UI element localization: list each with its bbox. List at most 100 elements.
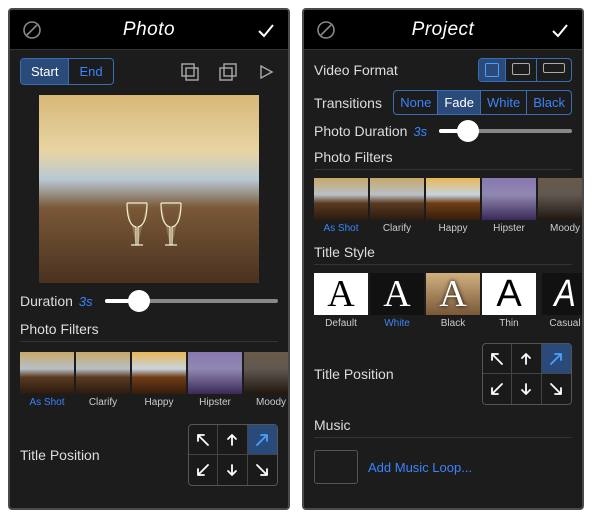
filter-hipster[interactable]: Hipster bbox=[482, 178, 536, 234]
title-position-label: Title Position bbox=[20, 447, 100, 463]
tab-end[interactable]: End bbox=[69, 59, 112, 84]
photo-duration-slider[interactable] bbox=[439, 129, 572, 133]
filter-clarify[interactable]: Clarify bbox=[76, 352, 130, 408]
filter-thumb bbox=[76, 352, 130, 394]
title-position-cell-0[interactable] bbox=[483, 344, 512, 374]
transition-fade[interactable]: Fade bbox=[438, 91, 481, 114]
filter-thumb bbox=[244, 352, 288, 394]
filter-thumb bbox=[482, 178, 536, 220]
video-format-standard[interactable] bbox=[506, 59, 537, 81]
filters-label: Photo Filters bbox=[314, 149, 572, 170]
title-style-name: Default bbox=[314, 315, 368, 329]
filter-name: Moody bbox=[538, 220, 582, 234]
filter-hipster[interactable]: Hipster bbox=[188, 352, 242, 408]
filter-name: Happy bbox=[426, 220, 480, 234]
transition-none[interactable]: None bbox=[394, 91, 438, 114]
title-style-casual[interactable]: ACasual bbox=[538, 273, 582, 329]
confirm-icon[interactable] bbox=[548, 18, 572, 42]
title-position-cell-4[interactable] bbox=[218, 455, 247, 485]
title-position-label: Title Position bbox=[314, 366, 394, 382]
video-format-square[interactable] bbox=[479, 59, 506, 81]
start-end-segment: Start End bbox=[20, 58, 114, 85]
title-position-grid bbox=[482, 343, 572, 405]
filter-as-shot[interactable]: As Shot bbox=[20, 352, 74, 408]
video-format-wide[interactable] bbox=[537, 59, 571, 81]
filter-thumb bbox=[370, 178, 424, 220]
title-style-swatch: A bbox=[370, 273, 424, 315]
filters-label: Photo Filters bbox=[20, 321, 278, 342]
confirm-icon[interactable] bbox=[254, 18, 278, 42]
filter-thumb bbox=[538, 178, 582, 220]
titlebar: Project bbox=[304, 10, 582, 50]
filter-name: Hipster bbox=[482, 220, 536, 234]
title-position-cell-3[interactable] bbox=[189, 455, 218, 485]
tab-start[interactable]: Start bbox=[21, 59, 69, 84]
filter-name: Happy bbox=[132, 394, 186, 408]
title-styles-strip[interactable]: ADefaultAWhiteABlackAThinACasual bbox=[314, 273, 572, 329]
title-position-cell-2[interactable] bbox=[542, 344, 571, 374]
title-style-swatch: A bbox=[426, 273, 480, 315]
transitions-segment: NoneFadeWhiteBlack bbox=[393, 90, 572, 115]
title-position-cell-5[interactable] bbox=[542, 374, 571, 404]
transition-white[interactable]: White bbox=[481, 91, 527, 114]
filter-thumb bbox=[20, 352, 74, 394]
music-thumbnail[interactable] bbox=[314, 450, 358, 484]
transitions-label: Transitions bbox=[314, 95, 382, 111]
title-position-grid bbox=[188, 424, 278, 486]
filter-moody[interactable]: Moody bbox=[244, 352, 288, 408]
filter-thumb bbox=[188, 352, 242, 394]
title-style-thin[interactable]: AThin bbox=[482, 273, 536, 329]
filters-strip[interactable]: As ShotClarifyHappyHipsterMoody bbox=[20, 352, 278, 408]
filter-name: Clarify bbox=[76, 394, 130, 408]
title-position-cell-4[interactable] bbox=[512, 374, 541, 404]
title-style-black[interactable]: ABlack bbox=[426, 273, 480, 329]
panel-title: Photo bbox=[123, 19, 175, 41]
filter-thumb bbox=[314, 178, 368, 220]
crop-out-icon[interactable] bbox=[216, 60, 240, 84]
title-position-cell-0[interactable] bbox=[189, 425, 218, 455]
duration-value: 3s bbox=[79, 294, 93, 309]
title-position-cell-1[interactable] bbox=[512, 344, 541, 374]
filter-name: Moody bbox=[244, 394, 288, 408]
title-style-white[interactable]: AWhite bbox=[370, 273, 424, 329]
cancel-icon[interactable] bbox=[314, 18, 338, 42]
photo-panel: Photo Start End bbox=[8, 8, 290, 510]
crop-in-icon[interactable] bbox=[178, 60, 202, 84]
title-style-default[interactable]: ADefault bbox=[314, 273, 368, 329]
music-label: Music bbox=[314, 417, 572, 438]
title-position-cell-2[interactable] bbox=[248, 425, 277, 455]
project-panel: Project Video Format Transitions NoneFad… bbox=[302, 8, 584, 510]
photo-duration-value: 3s bbox=[413, 124, 427, 139]
title-position-cell-1[interactable] bbox=[218, 425, 247, 455]
title-style-name: Thin bbox=[482, 315, 536, 329]
filter-thumb bbox=[426, 178, 480, 220]
duration-slider[interactable] bbox=[105, 299, 278, 303]
play-icon[interactable] bbox=[254, 60, 278, 84]
titlebar: Photo bbox=[10, 10, 288, 50]
filter-name: As Shot bbox=[314, 220, 368, 234]
title-style-swatch: A bbox=[482, 273, 536, 315]
video-format-label: Video Format bbox=[314, 62, 398, 78]
video-format-segment bbox=[478, 58, 572, 82]
title-style-label: Title Style bbox=[314, 244, 572, 265]
filter-happy[interactable]: Happy bbox=[426, 178, 480, 234]
transition-black[interactable]: Black bbox=[527, 91, 571, 114]
duration-label: Duration bbox=[20, 293, 73, 309]
filter-moody[interactable]: Moody bbox=[538, 178, 582, 234]
filter-as-shot[interactable]: As Shot bbox=[314, 178, 368, 234]
add-music-link[interactable]: Add Music Loop... bbox=[368, 460, 472, 475]
title-style-name: Casual bbox=[538, 315, 582, 329]
title-style-swatch: A bbox=[542, 273, 582, 315]
filters-strip[interactable]: As ShotClarifyHappyHipsterMoody bbox=[314, 178, 572, 234]
title-position-cell-3[interactable] bbox=[483, 374, 512, 404]
photo-duration-label: Photo Duration bbox=[314, 123, 407, 139]
filter-name: Clarify bbox=[370, 220, 424, 234]
title-position-cell-5[interactable] bbox=[248, 455, 277, 485]
filter-clarify[interactable]: Clarify bbox=[370, 178, 424, 234]
photo-preview[interactable] bbox=[39, 95, 259, 283]
title-style-swatch: A bbox=[314, 273, 368, 315]
filter-happy[interactable]: Happy bbox=[132, 352, 186, 408]
panel-title: Project bbox=[412, 19, 475, 41]
cancel-icon[interactable] bbox=[20, 18, 44, 42]
filter-name: Hipster bbox=[188, 394, 242, 408]
